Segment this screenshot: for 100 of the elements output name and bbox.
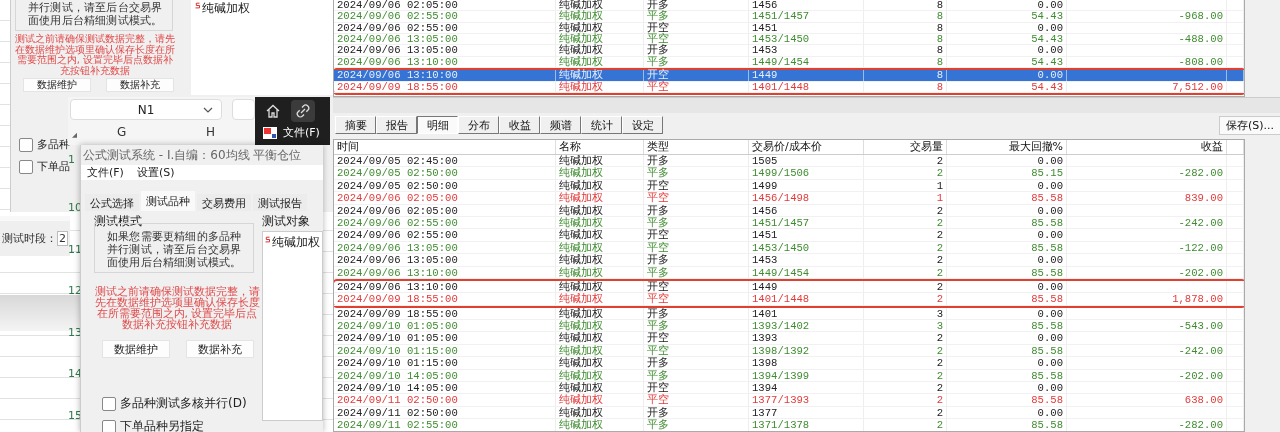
tab[interactable]: 交易费用 (197, 194, 251, 211)
tab[interactable]: 收益 (499, 116, 540, 134)
tab[interactable]: 测试报告 (253, 194, 307, 211)
button[interactable]: 数据补充 (106, 78, 174, 92)
formula-field[interactable] (232, 99, 255, 120)
tab[interactable]: 报告 (376, 116, 417, 134)
save-button[interactable]: 保存(S)... (1218, 115, 1280, 135)
link-button[interactable] (291, 100, 315, 122)
table-row[interactable]: 2024/09/10 01:15:00 纯碱加权 平空 1398/1392 2 85.58 -242.00 (334, 344, 1244, 358)
table-cell: 2 (864, 241, 947, 254)
column-header[interactable]: 最大回撤% (947, 140, 1067, 154)
table-row[interactable]: 2024/09/06 13:05:00 纯碱加权 开多 1453 8 0.00 (334, 45, 1244, 57)
table-cell: 0.00 (947, 204, 1067, 216)
column-header[interactable]: 时间 (334, 140, 556, 154)
tab[interactable]: 统计 (581, 116, 622, 134)
table-row[interactable]: 2024/09/06 13:10:00 纯碱加权 开空 1449 8 0.00 (334, 70, 1244, 82)
table-row[interactable]: 2024/09/11 02:55:00 纯碱加权 平多 1371/1378 2 85.58 -282.00 (334, 419, 1244, 431)
checkbox[interactable] (19, 159, 33, 174)
tab[interactable]: 频谱 (540, 116, 581, 134)
table-cell: 平空 (644, 192, 749, 204)
table-row[interactable]: 2024/09/09 18:55:00 纯碱加权 平空 1401/1448 2 85.58 1,878.00 (334, 293, 1244, 306)
table-row[interactable]: 2024/09/10 01:15:00 纯碱加权 开多 1398 2 0.00 (334, 357, 1244, 370)
tab[interactable]: 公式选择 (85, 194, 139, 211)
table-cell: 2 (864, 280, 947, 293)
table-cell: 2024/09/05 02:50:00 (334, 167, 556, 179)
table-row[interactable]: 2024/09/06 13:10:00 纯碱加权 平多 1449/1454 8 54.43 -808.00 (334, 56, 1244, 69)
table-row[interactable]: 2024/09/11 02:50:00 纯碱加权 开多 1377 2 0.00 (334, 406, 1244, 420)
checkbox[interactable] (102, 419, 116, 432)
target-list[interactable]: 纯碱加权 (262, 231, 323, 421)
table-cell: 开空 (644, 382, 749, 394)
column-header[interactable]: 交易量 (864, 140, 947, 154)
tab[interactable]: 摘要 (335, 116, 376, 134)
table-row[interactable]: 2024/09/06 13:05:00 纯碱加权 平空 1453/1450 2 85.58 -122.00 (334, 241, 1244, 255)
table-cell: 54.43 (947, 34, 1067, 45)
menu-item[interactable]: 文件(F) (87, 165, 124, 180)
app-icon (263, 125, 277, 140)
table-cell: 2024/09/10 01:05:00 (334, 320, 556, 332)
table-row[interactable]: 2024/09/06 13:05:00 纯碱加权 平空 1453/1450 8 54.43 -488.00 (334, 34, 1244, 46)
column-header[interactable]: 名称 (556, 140, 644, 154)
table-cell: 2 (864, 204, 947, 216)
table-cell: 2024/09/06 02:55:00 (334, 216, 556, 229)
table-cell: 纯碱加权 (556, 307, 644, 320)
table-row[interactable]: 2024/09/10 14:05:00 纯碱加权 平多 1394/1399 2 85.58 -202.00 (334, 369, 1244, 383)
checkbox[interactable] (19, 137, 33, 152)
tab[interactable]: 分布 (458, 116, 499, 134)
table-cell: 85.58 (947, 192, 1067, 204)
column-header[interactable]: 交易价/成本价 (749, 140, 864, 154)
table-cell: 1449 (749, 280, 864, 293)
table-row[interactable]: 2024/09/10 01:05:00 纯碱加权 开空 1393 2 0.00 (334, 332, 1244, 345)
button[interactable]: 数据维护 (102, 340, 170, 358)
corner-icon (72, 132, 78, 138)
button[interactable]: 数据补充 (186, 340, 254, 358)
table-cell: 平空 (644, 293, 749, 305)
table-cell: 0.00 (947, 307, 1067, 320)
column-header[interactable]: H (166, 125, 255, 139)
list-item[interactable]: 纯碱加权 (201, 0, 250, 17)
menu-item[interactable]: 设置(S) (136, 165, 175, 180)
tab[interactable]: 测试品种 (141, 191, 195, 211)
table-cell: 0.00 (947, 155, 1067, 167)
table-row[interactable]: 2024/09/06 02:55:00 纯碱加权 平多 1451/1457 8 54.43 -968.00 (334, 11, 1244, 23)
name-box[interactable]: N1 (70, 99, 222, 120)
table-row[interactable]: 2024/09/06 13:10:00 纯碱加权 开空 1449 2 0.00 (334, 280, 1244, 294)
column-header[interactable]: 类型 (644, 140, 749, 154)
tab[interactable]: 设定 (622, 116, 663, 134)
date-field[interactable]: 2 (57, 231, 68, 246)
table-row[interactable]: 2024/09/06 13:10:00 纯碱加权 平多 1449/1454 2 85.58 -202.00 (334, 266, 1244, 279)
checkbox[interactable] (102, 396, 116, 411)
table-row[interactable]: 2024/09/06 02:55:00 纯碱加权 开空 1451 2 0.00 (334, 229, 1244, 242)
tab[interactable]: 明细 (417, 116, 458, 134)
table-row[interactable]: 2024/09/09 18:55:00 纯碱加权 开多 1401 3 0.00 (334, 307, 1244, 321)
table-cell: 2024/09/06 13:05:00 (334, 45, 556, 56)
menu-item[interactable]: 文件(F) (283, 125, 320, 140)
table-cell: 1499 (749, 179, 864, 192)
button[interactable]: 数据维护 (23, 78, 91, 92)
table-cell: 纯碱加权 (556, 332, 644, 344)
table-cell: 2 (864, 167, 947, 179)
table-cell: 2 (864, 216, 947, 229)
table-row[interactable]: 2024/09/09 18:55:00 纯碱加权 平空 1401/1448 8 54.43 7,512.00 (334, 81, 1244, 93)
table-cell: -282.00 (1067, 167, 1227, 179)
table-cell: 平多 (644, 320, 749, 332)
table-row[interactable]: 2024/09/05 02:50:00 纯碱加权 开空 1499 1 0.00 (334, 179, 1244, 193)
table-row[interactable]: 2024/09/10 14:05:00 纯碱加权 开空 1394 2 0.00 (334, 382, 1244, 395)
table-row[interactable]: 2024/09/06 13:05:00 纯碱加权 开多 1453 2 0.00 (334, 254, 1244, 267)
table-row[interactable]: 2024/09/05 02:50:00 纯碱加权 平多 1499/1506 2 85.15 -282.00 (334, 167, 1244, 180)
table-row[interactable]: 2024/09/11 02:50:00 纯碱加权 平空 1377/1393 2 85.58 638.00 (334, 394, 1244, 407)
table-cell: 2 (864, 344, 947, 357)
table-row[interactable]: 2024/09/06 02:55:00 纯碱加权 平多 1451/1457 2 85.58 -242.00 (334, 216, 1244, 230)
table-cell: 开多 (644, 307, 749, 320)
table-cell: -968.00 (1067, 11, 1227, 22)
table-row[interactable]: 2024/09/05 02:45:00 纯碱加权 开多 1505 2 0.00 (334, 155, 1244, 168)
target-list[interactable]: 纯碱加权 (190, 0, 334, 95)
warning-text: 测试之前请确保测试数据完整，请先在数据维护选项里确认保存长度在所需要范围之内, 设置完毕后点数据补充按钮补充数据 (94, 286, 260, 330)
table-row[interactable]: 2024/09/10 01:05:00 纯碱加权 平多 1393/1402 3 85.58 -543.00 (334, 320, 1244, 333)
table-cell: 1453/1450 (749, 241, 864, 254)
table-cell: 1451/1457 (749, 11, 864, 22)
column-header[interactable]: 收益 (1067, 140, 1227, 154)
column-header[interactable]: G (77, 125, 167, 139)
list-item[interactable]: 纯碱加权 (272, 234, 320, 251)
table-row[interactable]: 2024/09/06 02:05:00 纯碱加权 开多 1456 2 0.00 (334, 204, 1244, 217)
table-row[interactable]: 2024/09/06 02:05:00 纯碱加权 平空 1456/1498 1 85.58 839.00 (334, 192, 1244, 205)
